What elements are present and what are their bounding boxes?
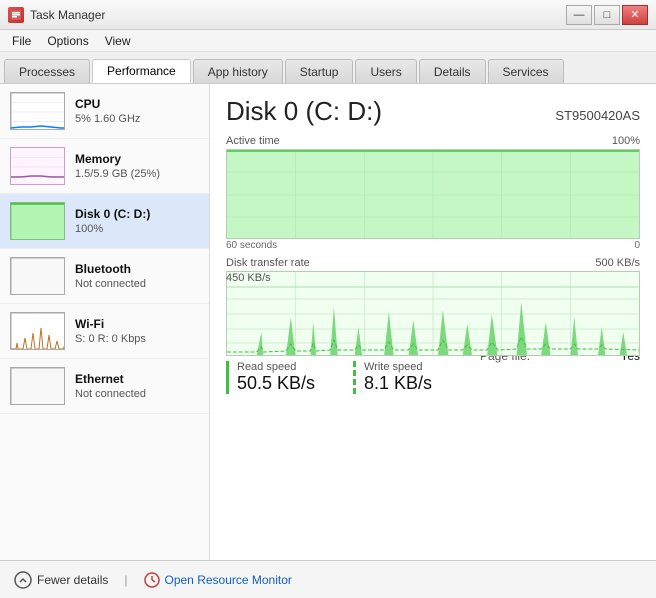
maximize-button[interactable]: □ — [594, 5, 620, 25]
app-icon — [8, 7, 24, 23]
tab-details[interactable]: Details — [419, 59, 486, 83]
bottom-bar: Fewer details | Open Resource Monitor — [0, 560, 656, 598]
menu-file[interactable]: File — [4, 32, 39, 50]
ethernet-thumbnail — [10, 367, 65, 405]
sidebar-item-memory[interactable]: Memory 1.5/5.9 GB (25%) — [0, 139, 209, 194]
bluetooth-thumbnail — [10, 257, 65, 295]
transfer-rate-section: Disk transfer rate 500 KB/s — [226, 257, 640, 295]
active-time-time-row: 60 seconds 0 — [226, 240, 640, 251]
sidebar-item-cpu[interactable]: CPU 5% 1.60 GHz — [0, 84, 209, 139]
cpu-info: CPU 5% 1.60 GHz — [75, 97, 199, 125]
wifi-thumbnail — [10, 312, 65, 350]
write-speed-block: Write speed 8.1 KB/s — [353, 361, 470, 394]
disk-info: Disk 0 (C: D:) 100% — [75, 207, 199, 235]
sidebar: CPU 5% 1.60 GHz Memory 1.5/5.9 GB (25%) — [0, 84, 210, 560]
active-time-end-label: 0 — [634, 240, 640, 251]
memory-thumbnail — [10, 147, 65, 185]
separator: | — [124, 573, 127, 587]
open-resource-monitor-button[interactable]: Open Resource Monitor — [144, 572, 292, 588]
fewer-details-label: Fewer details — [37, 573, 108, 587]
disk-title: Disk 0 (C: D:) — [226, 96, 382, 127]
disk-model: ST9500420AS — [555, 108, 640, 123]
sidebar-item-ethernet[interactable]: Ethernet Not connected — [0, 359, 209, 414]
resource-monitor-icon — [144, 572, 160, 588]
wifi-value: S: 0 R: 0 Kbps — [75, 333, 199, 345]
transfer-chart — [226, 271, 640, 356]
sidebar-item-bluetooth[interactable]: Bluetooth Not connected — [0, 249, 209, 304]
window-controls: — □ ✕ — [566, 5, 648, 25]
active-time-chart — [226, 149, 640, 239]
memory-info: Memory 1.5/5.9 GB (25%) — [75, 152, 199, 180]
disk-thumbnail — [10, 202, 65, 240]
sidebar-item-disk[interactable]: Disk 0 (C: D:) 100% — [0, 194, 209, 249]
ethernet-info: Ethernet Not connected — [75, 372, 199, 400]
read-speed-value: 50.5 KB/s — [237, 373, 343, 394]
disk-label: Disk 0 (C: D:) — [75, 207, 199, 221]
bluetooth-info: Bluetooth Not connected — [75, 262, 199, 290]
right-panel: Disk 0 (C: D:) ST9500420AS Active time 1… — [210, 84, 656, 560]
active-time-time-label: 60 seconds — [226, 240, 277, 251]
main-content: CPU 5% 1.60 GHz Memory 1.5/5.9 GB (25%) — [0, 84, 656, 560]
active-time-section: Active time 100% — [226, 135, 640, 251]
title-bar: Task Manager — □ ✕ — [0, 0, 656, 30]
panel-header: Disk 0 (C: D:) ST9500420AS — [226, 96, 640, 127]
close-button[interactable]: ✕ — [622, 5, 648, 25]
open-resource-monitor-label: Open Resource Monitor — [165, 573, 292, 587]
memory-label: Memory — [75, 152, 199, 166]
tab-users[interactable]: Users — [355, 59, 416, 83]
window-title: Task Manager — [30, 8, 105, 22]
cpu-value: 5% 1.60 GHz — [75, 113, 199, 125]
transfer-label: Disk transfer rate — [226, 257, 310, 269]
transfer-max-label: 500 KB/s — [595, 257, 640, 269]
fewer-details-icon — [14, 571, 32, 589]
active-time-label: Active time — [226, 135, 280, 147]
tab-performance[interactable]: Performance — [92, 59, 191, 83]
bluetooth-label: Bluetooth — [75, 262, 199, 276]
tab-bar: Processes Performance App history Startu… — [0, 52, 656, 84]
wifi-info: Wi-Fi S: 0 R: 0 Kbps — [75, 317, 199, 345]
bluetooth-value: Not connected — [75, 278, 199, 290]
active-time-label-row: Active time 100% — [226, 135, 640, 147]
sidebar-item-wifi[interactable]: Wi-Fi S: 0 R: 0 Kbps — [0, 304, 209, 359]
transfer-label-row: Disk transfer rate 500 KB/s — [226, 257, 640, 269]
fewer-details-button[interactable]: Fewer details — [14, 571, 108, 589]
wifi-label: Wi-Fi — [75, 317, 199, 331]
minimize-button[interactable]: — — [566, 5, 592, 25]
speed-row: Read speed 50.5 KB/s Write speed 8.1 KB/… — [226, 361, 470, 394]
write-speed-label: Write speed — [364, 361, 470, 373]
ethernet-value: Not connected — [75, 388, 199, 400]
tab-processes[interactable]: Processes — [4, 59, 90, 83]
menu-view[interactable]: View — [97, 32, 139, 50]
write-speed-value: 8.1 KB/s — [364, 373, 470, 394]
disk-value: 100% — [75, 223, 199, 235]
menu-bar: File Options View — [0, 30, 656, 52]
menu-options[interactable]: Options — [39, 32, 96, 50]
read-speed-label: Read speed — [237, 361, 343, 373]
active-time-max: 100% — [612, 135, 640, 147]
tab-services[interactable]: Services — [488, 59, 564, 83]
memory-value: 1.5/5.9 GB (25%) — [75, 168, 199, 180]
tab-app-history[interactable]: App history — [193, 59, 283, 83]
cpu-label: CPU — [75, 97, 199, 111]
tab-startup[interactable]: Startup — [285, 59, 354, 83]
ethernet-label: Ethernet — [75, 372, 199, 386]
read-speed-block: Read speed 50.5 KB/s — [226, 361, 343, 394]
cpu-thumbnail — [10, 92, 65, 130]
